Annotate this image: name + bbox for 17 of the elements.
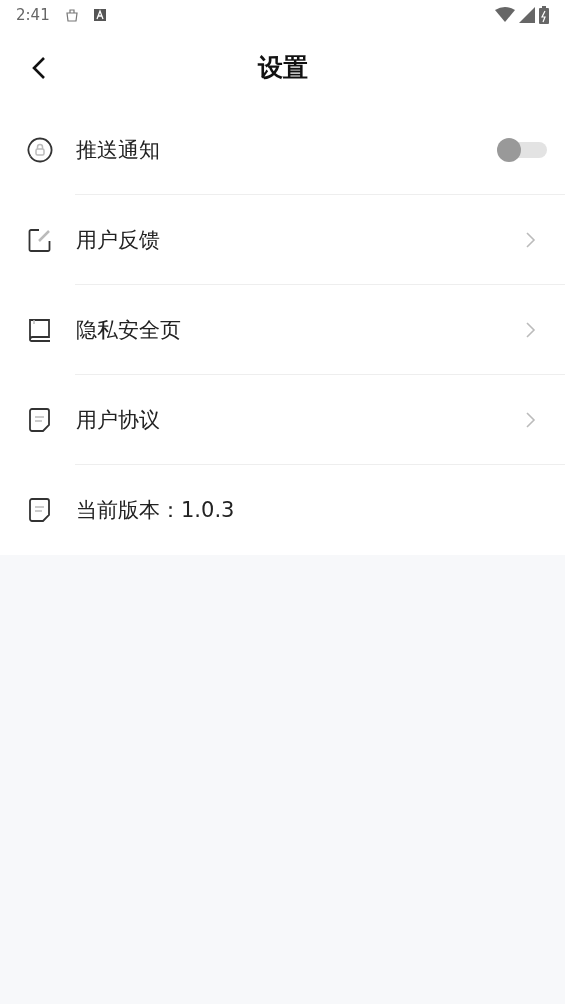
bag-icon [63,7,80,23]
setting-label[interactable]: 用户协议 [76,406,160,434]
setting-label[interactable]: 用户反馈 [76,226,160,254]
page-title: 设置 [257,52,308,84]
signal-icon [519,7,535,23]
chevron-icon [525,411,537,429]
keyboard-icon [93,9,106,21]
battery-icon [539,6,549,24]
lock-icon [26,136,54,164]
toggle-switch[interactable] [497,138,547,162]
setting-label[interactable]: 隐私安全页 [76,316,181,344]
status-time: 2:41 [16,6,50,24]
setting-label: 当前版本：1.0.3 [76,497,235,524]
chevron-icon [525,231,537,249]
chevron-icon [525,321,537,339]
wifi-icon [495,7,515,23]
setting-label[interactable]: 推送通知 [76,136,160,164]
